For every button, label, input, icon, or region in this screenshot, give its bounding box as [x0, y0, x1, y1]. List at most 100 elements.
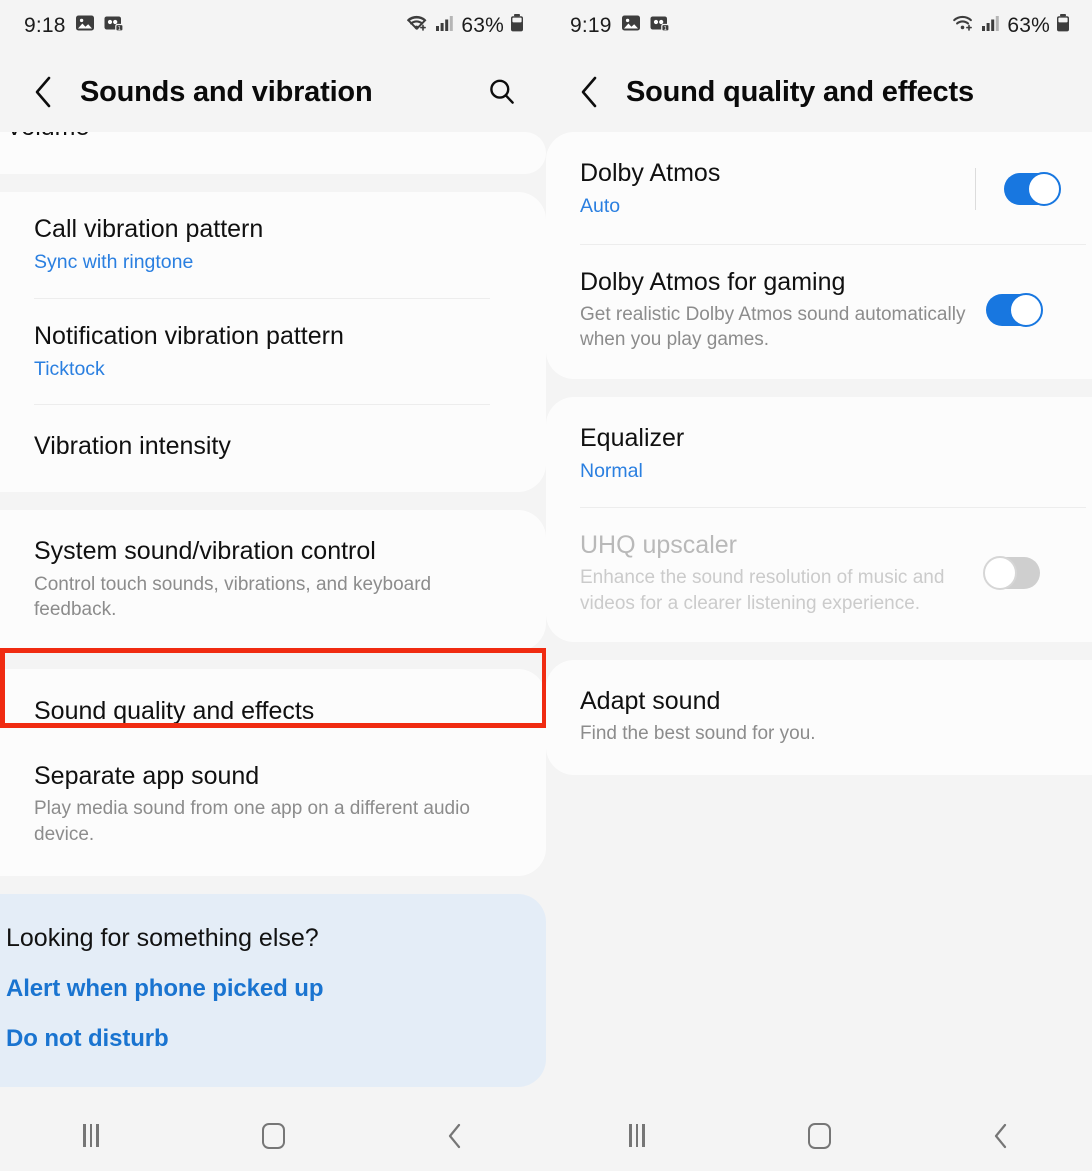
toggle-knob: [1009, 292, 1043, 327]
wifi-icon: [406, 13, 430, 39]
list-item-title: Separate app sound: [34, 762, 260, 791]
toggle-wrap: [983, 555, 1040, 590]
sound-quality-card: Sound quality and effects Separate app s…: [0, 668, 546, 876]
list-item-label: Volume: [6, 132, 89, 142]
list-item-title: Call vibration pattern: [34, 215, 264, 243]
left-navigation-bar: [0, 1100, 546, 1171]
recents-button[interactable]: [55, 1110, 127, 1162]
left-scroll-body[interactable]: Volume Call vibration pattern Sync with …: [0, 132, 546, 1100]
status-bar-right: 63%: [952, 13, 1070, 39]
status-bar: 9:19 1 63%: [546, 0, 1092, 52]
list-item-title: System sound/vibration control: [34, 537, 376, 566]
back-chevron-icon[interactable]: [26, 75, 60, 109]
list-item[interactable]: Notification vibration pattern Ticktock: [0, 299, 546, 405]
search-icon[interactable]: [482, 72, 522, 112]
screen-recorder-icon: 1: [104, 13, 124, 39]
uhq-upscaler-item[interactable]: UHQ upscaler Enhance the sound resolutio…: [546, 508, 1092, 643]
home-button[interactable]: [237, 1110, 309, 1162]
system-sound-card: System sound/vibration control Control t…: [0, 510, 546, 651]
separate-app-sound-item[interactable]: Separate app sound Play media sound from…: [0, 755, 546, 876]
recents-button[interactable]: [601, 1110, 673, 1162]
home-button[interactable]: [783, 1110, 855, 1162]
tip-link-do-not-disturb[interactable]: Do not disturb: [6, 1025, 512, 1053]
right-phone-screen: 9:19 1 63% Sound quality and effects Dol…: [546, 0, 1092, 1171]
list-item-title: Adapt sound: [580, 687, 721, 716]
toggle-wrap: [975, 167, 1061, 210]
page-title: Sound quality and effects: [626, 75, 974, 108]
status-bar-clock: 9:18: [24, 14, 66, 37]
signal-icon: [436, 14, 455, 38]
battery-icon: [510, 13, 524, 39]
dolby-atmos-item[interactable]: Dolby Atmos Auto: [546, 132, 1092, 244]
list-item-texts: Notification vibration pattern Ticktock: [34, 321, 512, 383]
battery-percent-label: 63%: [461, 14, 504, 37]
left-header: Sounds and vibration: [0, 52, 546, 132]
equalizer-item[interactable]: Equalizer Normal: [546, 397, 1092, 507]
image-icon: [75, 13, 95, 39]
sound-quality-and-effects-item[interactable]: Sound quality and effects: [0, 669, 546, 755]
toggle-wrap: [986, 292, 1043, 327]
back-chevron-icon[interactable]: [572, 75, 606, 109]
dolby-atmos-card: Dolby Atmos Auto Dolby Atmos for gaming …: [546, 132, 1092, 380]
list-item-subtitle: Auto: [580, 195, 621, 218]
back-button[interactable]: [965, 1110, 1037, 1162]
list-item-texts: Separate app sound Play media sound from…: [34, 761, 512, 848]
list-item-subtitle: Sync with ringtone: [34, 251, 194, 274]
status-bar-right: 63%: [406, 13, 524, 39]
list-item[interactable]: Vibration intensity: [0, 405, 546, 492]
list-item-title: UHQ upscaler: [580, 530, 737, 559]
toggle-separator: [975, 167, 976, 210]
volume-card-partial[interactable]: Volume: [0, 132, 546, 174]
list-item-subtitle: Get realistic Dolby Atmos sound automati…: [580, 303, 966, 351]
back-button[interactable]: [419, 1110, 491, 1162]
status-bar-clock: 9:19: [570, 14, 612, 37]
home-icon: [807, 1122, 831, 1149]
dolby-atmos-toggle[interactable]: [1004, 171, 1061, 206]
right-scroll-body[interactable]: Dolby Atmos Auto Dolby Atmos for gaming …: [546, 132, 1092, 1100]
home-icon: [261, 1122, 285, 1149]
list-item-texts: Dolby Atmos for gaming Get realistic Dol…: [580, 267, 972, 354]
image-icon: [621, 13, 641, 39]
signal-icon: [982, 14, 1001, 38]
status-bar-left: 9:19 1: [570, 13, 670, 39]
list-item[interactable]: System sound/vibration control Control t…: [0, 510, 546, 651]
list-item-texts: Equalizer Normal: [580, 423, 1058, 485]
list-item-title: Sound quality and effects: [34, 696, 315, 725]
right-navigation-bar: [546, 1100, 1092, 1171]
screen-recorder-icon: 1: [650, 13, 670, 39]
dolby-atmos-gaming-item[interactable]: Dolby Atmos for gaming Get realistic Dol…: [546, 245, 1092, 380]
toggle-knob: [983, 555, 1017, 590]
toggle-knob: [1027, 171, 1061, 206]
list-item-subtitle: Normal: [580, 460, 643, 483]
list-item-title: Equalizer: [580, 424, 685, 453]
page-title: Sounds and vibration: [80, 75, 373, 108]
recents-icon: [629, 1124, 645, 1147]
list-item-title: Dolby Atmos: [580, 159, 721, 187]
right-header: Sound quality and effects: [546, 52, 1092, 132]
battery-percent-label: 63%: [1007, 14, 1050, 37]
left-phone-screen: 9:18 1 63% Sounds and vibration Call vib…: [0, 0, 546, 1171]
list-item-subtitle: Control touch sounds, vibrations, and ke…: [34, 573, 432, 621]
list-item-texts: Vibration intensity: [34, 431, 512, 462]
list-item-subtitle: Find the best sound for you.: [580, 723, 816, 745]
adapt-sound-card: Adapt sound Find the best sound for you.: [546, 660, 1092, 776]
back-icon: [448, 1123, 461, 1148]
list-item-title: Notification vibration pattern: [34, 321, 344, 350]
list-item-texts: Dolby Atmos Auto: [580, 158, 961, 220]
list-item[interactable]: Call vibration pattern Sync with rington…: [0, 192, 546, 298]
uhq-upscaler-toggle[interactable]: [983, 555, 1040, 590]
status-bar-left: 9:18 1: [24, 13, 124, 39]
status-bar: 9:18 1 63%: [0, 0, 546, 52]
list-item-texts: Adapt sound Find the best sound for you.: [580, 686, 1058, 747]
list-item-texts: UHQ upscaler Enhance the sound resolutio…: [580, 530, 972, 617]
tip-card-title: Looking for something else?: [6, 923, 319, 952]
wifi-icon: [952, 13, 976, 39]
svg-text:1: 1: [663, 26, 666, 32]
list-item-subtitle: Play media sound from one app on a diffe…: [34, 798, 470, 846]
adapt-sound-item[interactable]: Adapt sound Find the best sound for you.: [546, 660, 1092, 775]
svg-text:1: 1: [117, 26, 120, 32]
tip-link-alert-when-phone-picked-up[interactable]: Alert when phone picked up: [6, 975, 512, 1003]
dolby-atmos-gaming-toggle[interactable]: [986, 292, 1043, 327]
list-item-texts: Sound quality and effects: [34, 696, 512, 727]
list-item-title: Dolby Atmos for gaming: [580, 267, 846, 296]
